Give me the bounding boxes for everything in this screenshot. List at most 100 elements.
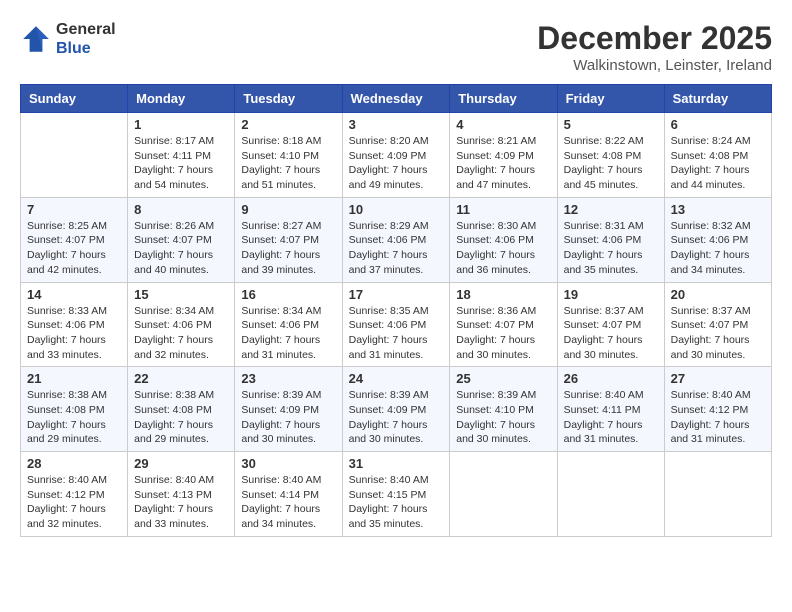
calendar-cell: 17 Sunrise: 8:35 AM Sunset: 4:06 PM Dayli… <box>342 282 450 367</box>
day-info: Sunrise: 8:40 AM Sunset: 4:13 PM Dayligh… <box>134 473 228 532</box>
day-number: 8 <box>134 202 228 217</box>
day-info: Sunrise: 8:26 AM Sunset: 4:07 PM Dayligh… <box>134 219 228 278</box>
day-info: Sunrise: 8:36 AM Sunset: 4:07 PM Dayligh… <box>456 304 550 363</box>
calendar-cell: 23Sunrise: 8:39 AM Sunset: 4:09 PM Dayli… <box>235 367 342 452</box>
calendar-cell: 19 Sunrise: 8:37 AM Sunset: 4:07 PM Dayli… <box>557 282 664 367</box>
day-info: Sunrise: 8:37 AM Sunset: 4:07 PM Dayligh… <box>671 304 765 363</box>
logo-text: General Blue <box>56 20 116 58</box>
calendar-cell <box>450 452 557 537</box>
day-number: 29 <box>134 456 228 471</box>
calendar-week-row: 28 Sunrise: 8:40 AM Sunset: 4:12 PM Dayli… <box>21 452 772 537</box>
day-number: 1 <box>134 117 228 132</box>
calendar-cell: 31Sunrise: 8:40 AM Sunset: 4:15 PM Dayli… <box>342 452 450 537</box>
day-number: 14 <box>27 287 121 302</box>
day-number: 18 <box>456 287 550 302</box>
day-info: Sunrise: 8:20 AM Sunset: 4:09 PM Dayligh… <box>349 134 444 193</box>
day-info: Sunrise: 8:38 AM Sunset: 4:08 PM Dayligh… <box>27 388 121 447</box>
calendar-cell: 10Sunrise: 8:29 AM Sunset: 4:06 PM Dayli… <box>342 197 450 282</box>
calendar-cell: 3Sunrise: 8:20 AM Sunset: 4:09 PM Daylig… <box>342 113 450 198</box>
column-header-friday: Friday <box>557 85 664 113</box>
day-number: 27 <box>671 371 765 386</box>
calendar-header-row: SundayMondayTuesdayWednesdayThursdayFrid… <box>21 85 772 113</box>
day-number: 9 <box>241 202 335 217</box>
day-number: 15 <box>134 287 228 302</box>
logo-blue: Blue <box>56 39 116 58</box>
calendar-cell: 27Sunrise: 8:40 AM Sunset: 4:12 PM Dayli… <box>664 367 771 452</box>
page-header: General Blue December 2025 Walkinstown, … <box>20 20 772 74</box>
day-info: Sunrise: 8:25 AM Sunset: 4:07 PM Dayligh… <box>27 219 121 278</box>
day-info: Sunrise: 8:35 AM Sunset: 4:06 PM Dayligh… <box>349 304 444 363</box>
day-info: Sunrise: 8:39 AM Sunset: 4:10 PM Dayligh… <box>456 388 550 447</box>
day-info: Sunrise: 8:40 AM Sunset: 4:12 PM Dayligh… <box>27 473 121 532</box>
day-info: Sunrise: 8:33 AM Sunset: 4:06 PM Dayligh… <box>27 304 121 363</box>
calendar-cell: 11 Sunrise: 8:30 AM Sunset: 4:06 PM Dayli… <box>450 197 557 282</box>
day-info: Sunrise: 8:40 AM Sunset: 4:11 PM Dayligh… <box>564 388 658 447</box>
day-number: 30 <box>241 456 335 471</box>
calendar-cell: 18 Sunrise: 8:36 AM Sunset: 4:07 PM Dayli… <box>450 282 557 367</box>
day-number: 10 <box>349 202 444 217</box>
calendar-cell: 30 Sunrise: 8:40 AM Sunset: 4:14 PM Dayli… <box>235 452 342 537</box>
calendar-cell <box>664 452 771 537</box>
calendar-cell: 21 Sunrise: 8:38 AM Sunset: 4:08 PM Dayli… <box>21 367 128 452</box>
column-header-tuesday: Tuesday <box>235 85 342 113</box>
calendar-cell: 16 Sunrise: 8:34 AM Sunset: 4:06 PM Dayli… <box>235 282 342 367</box>
location: Walkinstown, Leinster, Ireland <box>537 57 772 74</box>
day-number: 11 <box>456 202 550 217</box>
calendar-cell: 24 Sunrise: 8:39 AM Sunset: 4:09 PM Dayli… <box>342 367 450 452</box>
day-number: 2 <box>241 117 335 132</box>
calendar-cell: 29 Sunrise: 8:40 AM Sunset: 4:13 PM Dayli… <box>128 452 235 537</box>
day-info: Sunrise: 8:34 AM Sunset: 4:06 PM Dayligh… <box>241 304 335 363</box>
calendar-week-row: 7Sunrise: 8:25 AM Sunset: 4:07 PM Daylig… <box>21 197 772 282</box>
day-info: Sunrise: 8:18 AM Sunset: 4:10 PM Dayligh… <box>241 134 335 193</box>
calendar-week-row: 1Sunrise: 8:17 AM Sunset: 4:11 PM Daylig… <box>21 113 772 198</box>
calendar-cell: 14 Sunrise: 8:33 AM Sunset: 4:06 PM Dayli… <box>21 282 128 367</box>
calendar-cell: 12Sunrise: 8:31 AM Sunset: 4:06 PM Dayli… <box>557 197 664 282</box>
day-number: 13 <box>671 202 765 217</box>
day-number: 17 <box>349 287 444 302</box>
calendar-cell: 26 Sunrise: 8:40 AM Sunset: 4:11 PM Dayli… <box>557 367 664 452</box>
day-info: Sunrise: 8:30 AM Sunset: 4:06 PM Dayligh… <box>456 219 550 278</box>
day-number: 21 <box>27 371 121 386</box>
calendar-cell <box>557 452 664 537</box>
logo-general: General <box>56 20 116 39</box>
day-info: Sunrise: 8:38 AM Sunset: 4:08 PM Dayligh… <box>134 388 228 447</box>
logo-icon <box>20 23 52 55</box>
day-number: 12 <box>564 202 658 217</box>
column-header-thursday: Thursday <box>450 85 557 113</box>
calendar-week-row: 14 Sunrise: 8:33 AM Sunset: 4:06 PM Dayli… <box>21 282 772 367</box>
day-number: 16 <box>241 287 335 302</box>
calendar-cell: 20 Sunrise: 8:37 AM Sunset: 4:07 PM Dayli… <box>664 282 771 367</box>
calendar-cell: 6 Sunrise: 8:24 AM Sunset: 4:08 PM Daylig… <box>664 113 771 198</box>
day-info: Sunrise: 8:22 AM Sunset: 4:08 PM Dayligh… <box>564 134 658 193</box>
calendar-cell: 1Sunrise: 8:17 AM Sunset: 4:11 PM Daylig… <box>128 113 235 198</box>
calendar-cell: 4Sunrise: 8:21 AM Sunset: 4:09 PM Daylig… <box>450 113 557 198</box>
day-number: 26 <box>564 371 658 386</box>
column-header-monday: Monday <box>128 85 235 113</box>
calendar-cell: 15 Sunrise: 8:34 AM Sunset: 4:06 PM Dayli… <box>128 282 235 367</box>
day-number: 6 <box>671 117 765 132</box>
calendar-cell: 13 Sunrise: 8:32 AM Sunset: 4:06 PM Dayli… <box>664 197 771 282</box>
day-info: Sunrise: 8:39 AM Sunset: 4:09 PM Dayligh… <box>349 388 444 447</box>
day-info: Sunrise: 8:32 AM Sunset: 4:06 PM Dayligh… <box>671 219 765 278</box>
column-header-sunday: Sunday <box>21 85 128 113</box>
day-info: Sunrise: 8:24 AM Sunset: 4:08 PM Dayligh… <box>671 134 765 193</box>
day-number: 19 <box>564 287 658 302</box>
day-info: Sunrise: 8:21 AM Sunset: 4:09 PM Dayligh… <box>456 134 550 193</box>
calendar-table: SundayMondayTuesdayWednesdayThursdayFrid… <box>20 84 772 537</box>
day-number: 5 <box>564 117 658 132</box>
calendar-cell: 8 Sunrise: 8:26 AM Sunset: 4:07 PM Daylig… <box>128 197 235 282</box>
day-info: Sunrise: 8:37 AM Sunset: 4:07 PM Dayligh… <box>564 304 658 363</box>
calendar-cell: 22 Sunrise: 8:38 AM Sunset: 4:08 PM Dayli… <box>128 367 235 452</box>
day-info: Sunrise: 8:34 AM Sunset: 4:06 PM Dayligh… <box>134 304 228 363</box>
calendar-cell: 7Sunrise: 8:25 AM Sunset: 4:07 PM Daylig… <box>21 197 128 282</box>
day-number: 20 <box>671 287 765 302</box>
day-number: 28 <box>27 456 121 471</box>
day-number: 24 <box>349 371 444 386</box>
calendar-cell: 9Sunrise: 8:27 AM Sunset: 4:07 PM Daylig… <box>235 197 342 282</box>
day-info: Sunrise: 8:40 AM Sunset: 4:14 PM Dayligh… <box>241 473 335 532</box>
calendar-cell: 2 Sunrise: 8:18 AM Sunset: 4:10 PM Daylig… <box>235 113 342 198</box>
day-info: Sunrise: 8:40 AM Sunset: 4:15 PM Dayligh… <box>349 473 444 532</box>
day-number: 23 <box>241 371 335 386</box>
month-title: December 2025 <box>537 20 772 57</box>
day-number: 22 <box>134 371 228 386</box>
